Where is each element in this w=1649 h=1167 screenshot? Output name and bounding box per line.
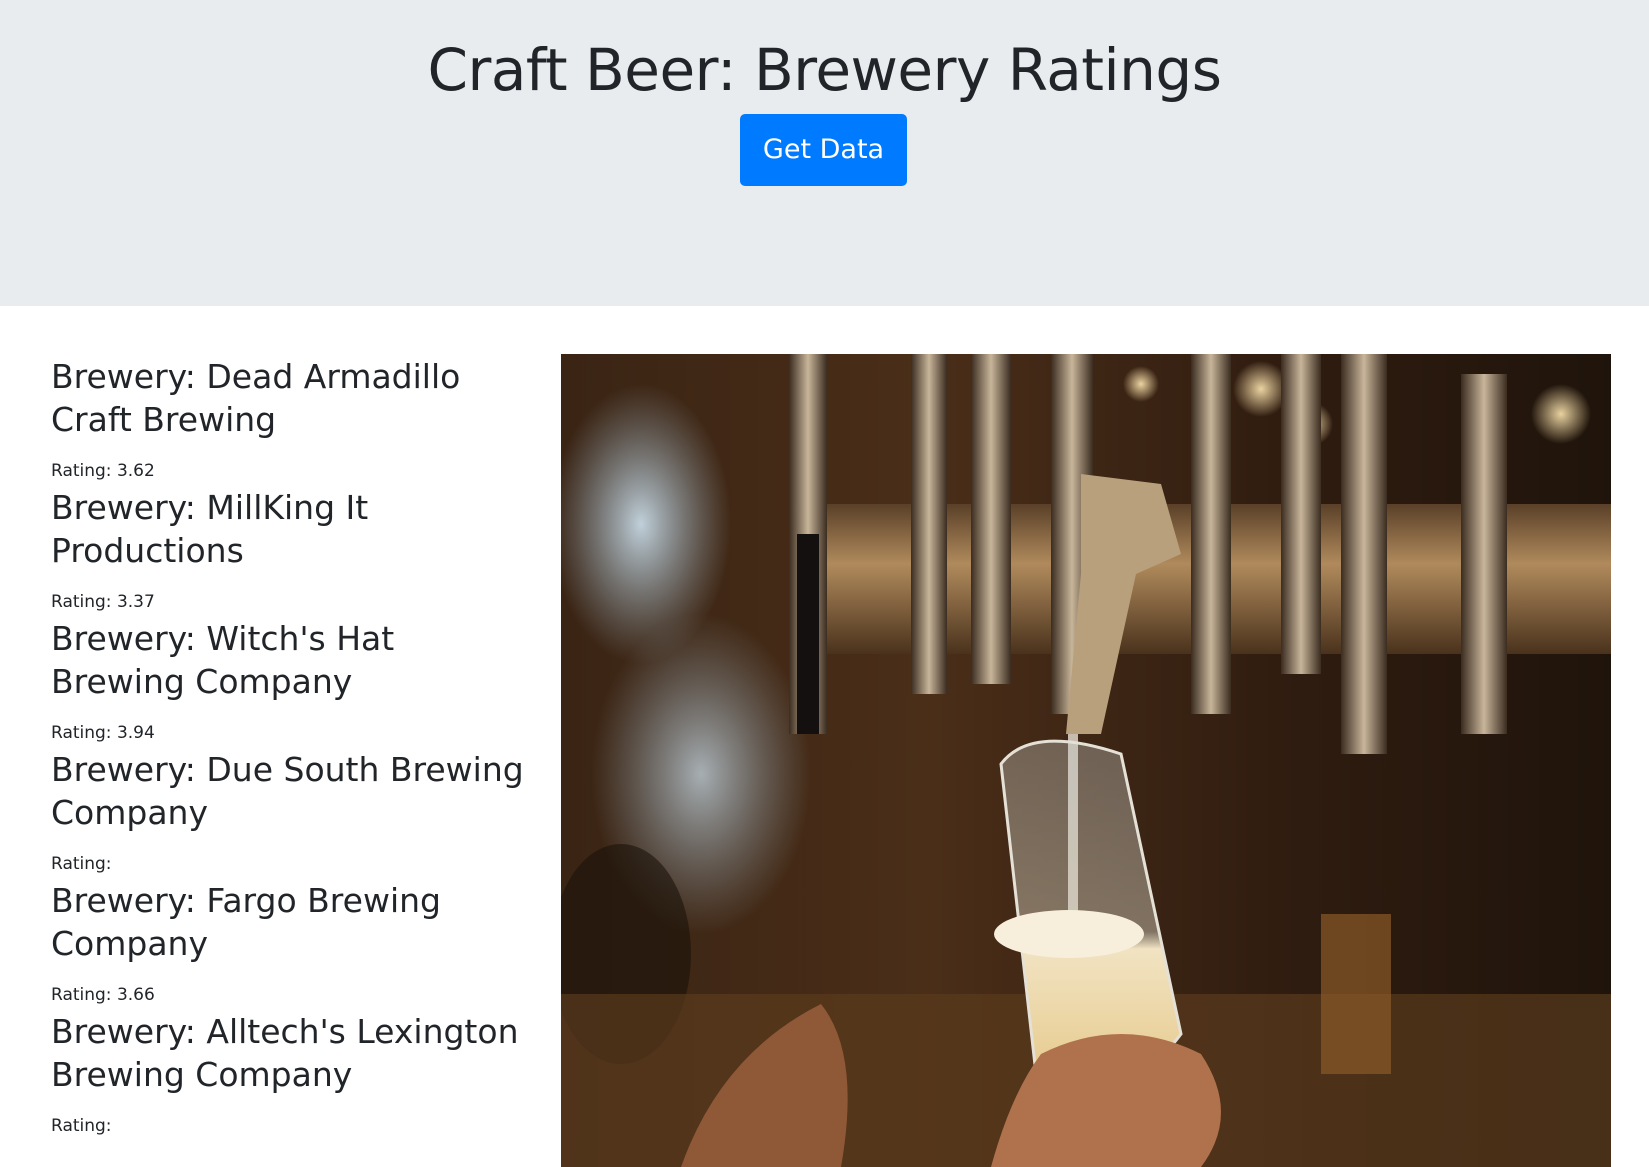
brewery-rating: Rating: 3.94 (51, 723, 155, 743)
list-item: Brewery: Alltech's Lexington Brewing Com… (51, 1010, 531, 1136)
brewery-rating: Rating: 3.37 (51, 592, 155, 612)
list-item: Brewery: Due South Brewing Company Ratin… (51, 748, 531, 874)
brewery-name: Brewery: Witch's Hat Brewing Company (51, 619, 395, 701)
brewery-rating: Rating: 3.66 (51, 985, 155, 1005)
brewery-list: Brewery: Dead Armadillo Craft Brewing Ra… (51, 355, 531, 1141)
brewery-name: Brewery: Dead Armadillo Craft Brewing (51, 357, 461, 439)
brewery-rating: Rating: 3.62 (51, 461, 155, 481)
brewery-rating: Rating: (51, 1116, 112, 1136)
header-jumbotron: Craft Beer: Brewery Ratings Get Data (0, 0, 1649, 306)
brewery-name: Brewery: Alltech's Lexington Brewing Com… (51, 1012, 519, 1094)
list-item: Brewery: Fargo Brewing Company Rating: 3… (51, 879, 531, 1005)
list-item: Brewery: MillKing It Productions Rating:… (51, 486, 531, 612)
page-title: Craft Beer: Brewery Ratings (427, 36, 1222, 104)
list-item: Brewery: Dead Armadillo Craft Brewing Ra… (51, 355, 531, 481)
beer-tap-image (561, 354, 1611, 1167)
brewery-name: Brewery: Fargo Brewing Company (51, 881, 441, 963)
get-data-button[interactable]: Get Data (740, 114, 907, 186)
brewery-rating: Rating: (51, 854, 112, 874)
list-item: Brewery: Witch's Hat Brewing Company Rat… (51, 617, 531, 743)
brewery-name: Brewery: Due South Brewing Company (51, 750, 524, 832)
brewery-name: Brewery: MillKing It Productions (51, 488, 369, 570)
